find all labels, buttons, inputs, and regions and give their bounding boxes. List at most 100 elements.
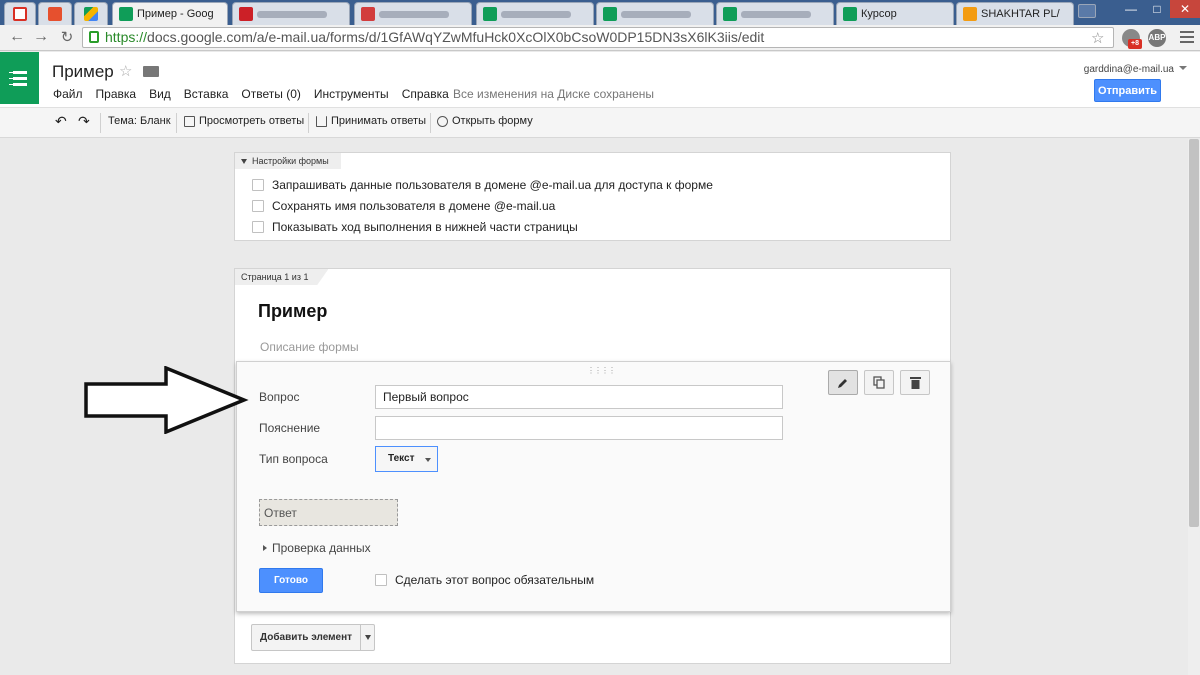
required-label: Сделать этот вопрос обязательным — [395, 573, 595, 587]
required-question-toggle[interactable]: Сделать этот вопрос обязательным — [375, 573, 594, 587]
tab-label: Пример - Goog — [137, 8, 214, 20]
add-item-dropdown[interactable] — [360, 625, 374, 650]
blurred-tab-label — [741, 10, 811, 18]
scrollbar-thumb[interactable] — [1189, 139, 1199, 527]
tab-shop[interactable] — [232, 2, 350, 25]
back-icon[interactable]: ← — [6, 28, 28, 46]
done-button[interactable]: Готово — [259, 568, 323, 593]
browser-menu-icon[interactable] — [1180, 31, 1194, 46]
blurred-tab-label — [501, 10, 571, 18]
question-title-input[interactable]: Первый вопрос — [375, 385, 783, 409]
menu-help[interactable]: Справка — [402, 87, 449, 101]
form-description-field[interactable]: Описание формы — [260, 340, 359, 354]
tab-sheet-2[interactable] — [596, 2, 714, 25]
url-scheme: https:// — [105, 29, 148, 45]
blurred-tab-label — [257, 10, 327, 18]
option-label: Показывать ход выполнения в нижней части… — [272, 220, 578, 234]
duplicate-question-button[interactable] — [864, 370, 894, 395]
menu-insert[interactable]: Вставка — [184, 87, 229, 101]
question-type-select[interactable]: Текст — [375, 446, 438, 472]
menu-view[interactable]: Вид — [149, 87, 171, 101]
chevron-down-icon — [364, 635, 371, 640]
checkbox[interactable] — [252, 179, 264, 191]
settings-option-progress-bar[interactable]: Показывать ход выполнения в нижней части… — [252, 220, 578, 234]
settings-toggle[interactable]: Настройки формы — [235, 153, 341, 169]
folder-icon[interactable] — [143, 66, 159, 77]
open-form-label: Открыть форму — [452, 115, 533, 127]
send-button[interactable]: Отправить — [1094, 79, 1161, 102]
tab-blogger[interactable] — [38, 2, 72, 25]
data-validation-label: Проверка данных — [272, 541, 371, 555]
question-title-label: Вопрос — [259, 390, 300, 404]
checkbox[interactable] — [252, 221, 264, 233]
chevron-down-icon[interactable] — [1179, 66, 1187, 70]
page-indicator: Страница 1 из 1 — [235, 269, 329, 285]
drive-icon — [84, 7, 98, 21]
tab-sheet-1[interactable] — [476, 2, 594, 25]
undo-icon[interactable]: ↶ — [55, 113, 67, 130]
tab-cursor[interactable]: Курсор — [836, 2, 954, 25]
app-header: Пример ☆ Файл Правка Вид Вставка Ответы … — [0, 52, 1200, 108]
edit-question-button[interactable] — [828, 370, 858, 395]
data-validation-toggle[interactable]: Проверка данных — [263, 541, 371, 555]
tab-shakhtar[interactable]: SHAKHTAR PL/ — [956, 2, 1074, 25]
sheets-icon — [843, 7, 857, 21]
close-window-button[interactable]: ✕ — [1170, 0, 1200, 18]
url-text: docs.google.com/a/e-mail.ua/forms/d/1GfA… — [147, 29, 765, 45]
save-status: Все изменения на Диске сохранены — [453, 87, 655, 101]
answer-preview-field: Ответ — [259, 499, 398, 526]
shakhtar-icon — [963, 7, 977, 21]
tab-sheet-3[interactable] — [716, 2, 834, 25]
blurred-tab-label — [621, 10, 691, 18]
forms-app-icon[interactable] — [0, 52, 39, 104]
minimize-button[interactable]: — — [1118, 0, 1144, 18]
open-form-button[interactable]: Открыть форму — [437, 115, 533, 127]
chevron-right-icon — [263, 545, 267, 551]
redo-icon[interactable]: ↷ — [78, 113, 90, 130]
toolbar-divider — [100, 113, 101, 133]
form-title[interactable]: Пример — [258, 301, 327, 322]
trash-icon — [909, 377, 921, 389]
pencil-icon — [838, 378, 847, 388]
question-type-label: Тип вопроса — [259, 452, 328, 466]
new-tab-button[interactable] — [1078, 4, 1096, 18]
tab-forms-active[interactable]: Пример - Goog — [112, 2, 228, 25]
doc-title[interactable]: Пример — [52, 62, 114, 82]
star-icon[interactable]: ☆ — [119, 62, 132, 80]
menu-responses[interactable]: Ответы (0) — [241, 87, 300, 101]
settings-option-save-username[interactable]: Сохранять имя пользователя в домене @e-m… — [252, 199, 555, 213]
delete-question-button[interactable] — [900, 370, 930, 395]
drag-handle-icon[interactable]: ⋮⋮⋮⋮ — [587, 366, 616, 375]
bookmark-star-icon[interactable]: ☆ — [1091, 29, 1104, 47]
forward-icon[interactable]: → — [30, 28, 52, 46]
help-text-input[interactable] — [375, 416, 783, 440]
editor-toolbar: ↶ ↷ Тема: Бланк Просмотреть ответы Прини… — [0, 108, 1200, 138]
form-settings-panel: Настройки формы Запрашивать данные польз… — [234, 152, 951, 241]
view-responses-button[interactable]: Просмотреть ответы — [184, 115, 304, 127]
shop-icon — [239, 7, 253, 21]
theme-button[interactable]: Тема: Бланк — [108, 115, 171, 127]
tab-app[interactable] — [354, 2, 472, 25]
checkbox[interactable] — [375, 574, 387, 586]
accept-responses-button[interactable]: Принимать ответы — [316, 115, 426, 127]
menu-edit[interactable]: Правка — [96, 87, 137, 101]
reload-icon[interactable]: ↻ — [56, 28, 78, 46]
adblock-icon[interactable]: ABP — [1148, 29, 1166, 47]
url-input[interactable]: https://docs.google.com/a/e-mail.ua/form… — [82, 27, 1114, 48]
question-editor: ⋮⋮⋮⋮ Вопрос Первый вопрос Пояснение Тип … — [236, 361, 951, 612]
menu-file[interactable]: Файл — [53, 87, 83, 101]
tab-drive[interactable] — [74, 2, 108, 25]
scrollbar[interactable] — [1188, 139, 1200, 675]
settings-option-domain-auth[interactable]: Запрашивать данные пользователя в домене… — [252, 178, 713, 192]
app-icon — [361, 7, 375, 21]
menu-tools[interactable]: Инструменты — [314, 87, 389, 101]
sheets-icon — [723, 7, 737, 21]
maximize-button[interactable]: □ — [1144, 0, 1170, 18]
add-item-button[interactable]: Добавить элемент — [251, 624, 376, 651]
checkbox[interactable] — [252, 200, 264, 212]
tab-gmail[interactable] — [4, 2, 36, 25]
option-label: Сохранять имя пользователя в домене @e-m… — [272, 199, 556, 213]
user-email[interactable]: garddina@e-mail.ua — [1084, 64, 1174, 75]
chevron-down-icon — [241, 158, 247, 164]
toolbar-divider — [430, 113, 431, 133]
